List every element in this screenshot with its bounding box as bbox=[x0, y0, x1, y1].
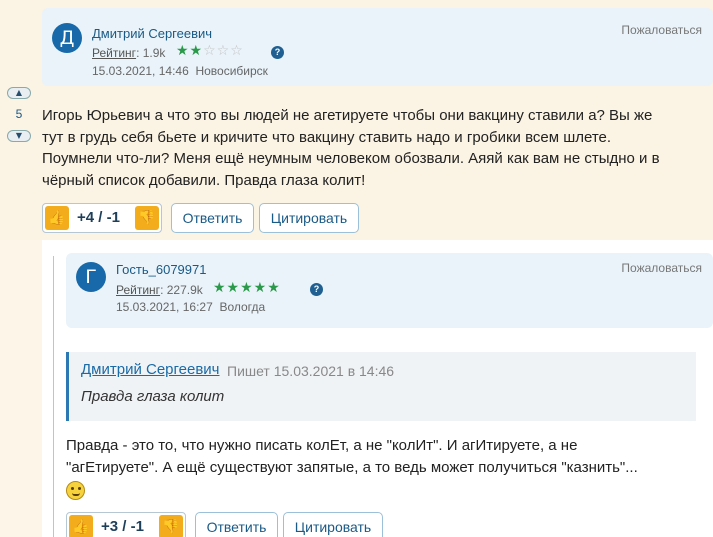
rating-stars: ★★★★★ bbox=[213, 280, 281, 296]
rating-label[interactable]: Рейтинг bbox=[116, 283, 160, 297]
vote-count: 5 bbox=[15, 107, 23, 121]
vote-up-icon[interactable]: ▲ bbox=[7, 87, 31, 99]
report-link[interactable]: Пожаловаться bbox=[621, 261, 702, 275]
thumbs-down-icon[interactable]: 👎 bbox=[159, 515, 183, 537]
quoted-meta: Пишет 15.03.2021 в 14:46 bbox=[227, 363, 395, 379]
text-line: Поумнели что-ли? Меня ещё неумным челове… bbox=[42, 150, 660, 167]
quote-button[interactable]: Цитировать bbox=[283, 512, 383, 537]
post-city: Вологда bbox=[219, 300, 266, 314]
rating-value: : 227.9k bbox=[160, 283, 203, 297]
author-name[interactable]: Дмитрий Сергеевич bbox=[92, 26, 212, 41]
date-location: 15.03.2021, 14:46 Новосибирск bbox=[92, 64, 268, 78]
post-city: Новосибирск bbox=[195, 64, 268, 78]
vote-down-icon[interactable]: ▼ bbox=[7, 130, 31, 142]
thumbs-up-icon[interactable]: 👍 bbox=[69, 515, 93, 537]
author-name[interactable]: Гость_6079971 bbox=[116, 262, 206, 277]
rating-stars: ★★☆☆☆ bbox=[176, 43, 244, 59]
quote-button[interactable]: Цитировать bbox=[259, 203, 359, 233]
thumbs-up-icon[interactable]: 👍 bbox=[45, 206, 69, 230]
reply-button[interactable]: Ответить bbox=[171, 203, 254, 233]
rating-buttons: 👍 +4 / -1 👎 bbox=[42, 203, 162, 233]
help-icon[interactable]: ? bbox=[310, 283, 323, 296]
comment-2-header: Г Гость_6079971 Рейтинг: 227.9k ★★★★★ ? … bbox=[66, 253, 713, 328]
reply-button[interactable]: Ответить bbox=[195, 512, 278, 537]
text-line: чёрный список добавили. Правда глаза кол… bbox=[42, 171, 366, 189]
quote-block: Дмитрий Сергеевич Пишет 15.03.2021 в 14:… bbox=[66, 352, 696, 421]
comment-2-text: Правда - это то, что нужно писать колЕт,… bbox=[66, 435, 638, 478]
star-empty-icon: ☆☆☆ bbox=[203, 43, 244, 59]
avatar[interactable]: Д bbox=[52, 23, 82, 53]
avatar[interactable]: Г bbox=[76, 262, 106, 292]
star-icon: ★★ bbox=[176, 43, 204, 59]
star-icon: ★★★★★ bbox=[213, 280, 281, 296]
smiley-icon bbox=[66, 481, 85, 500]
text-line: "агЕтируете". А ещё существуют запятые, … bbox=[66, 458, 638, 476]
smiley-eye bbox=[78, 487, 81, 490]
help-icon[interactable]: ? bbox=[271, 46, 284, 59]
rating-line: Рейтинг: 227.9k bbox=[116, 283, 203, 297]
quoted-author-link[interactable]: Дмитрий Сергеевич bbox=[81, 361, 220, 378]
rating-line: Рейтинг: 1.9k bbox=[92, 46, 165, 60]
report-link[interactable]: Пожаловаться bbox=[621, 23, 702, 37]
rating-buttons: 👍 +3 / -1 👎 bbox=[66, 512, 186, 537]
date-location: 15.03.2021, 16:27 Вологда bbox=[116, 300, 265, 314]
post-date: 15.03.2021, 16:27 bbox=[116, 300, 213, 314]
score: +4 / -1 bbox=[77, 209, 120, 226]
smiley-mouth bbox=[72, 493, 80, 496]
text-line: тут в грудь себя бьете и кричите что вак… bbox=[42, 128, 612, 146]
comment-1-text: Игорь Юрьевич а что это вы людей не агет… bbox=[42, 105, 660, 191]
text-line: Правда - это то, что нужно писать колЕт,… bbox=[66, 437, 578, 454]
score: +3 / -1 bbox=[101, 518, 144, 535]
post-date: 15.03.2021, 14:46 bbox=[92, 64, 189, 78]
thread-line bbox=[53, 256, 54, 537]
smiley-eye bbox=[71, 487, 74, 490]
quoted-text: Правда глаза колит bbox=[81, 388, 225, 405]
comment-1-header: Д Дмитрий Сергеевич Рейтинг: 1.9k ★★☆☆☆ … bbox=[42, 8, 713, 86]
rating-label[interactable]: Рейтинг bbox=[92, 46, 136, 60]
thumbs-down-icon[interactable]: 👎 bbox=[135, 206, 159, 230]
text-line: Игорь Юрьевич а что это вы людей не агет… bbox=[42, 107, 653, 124]
rating-value: : 1.9k bbox=[136, 46, 166, 60]
